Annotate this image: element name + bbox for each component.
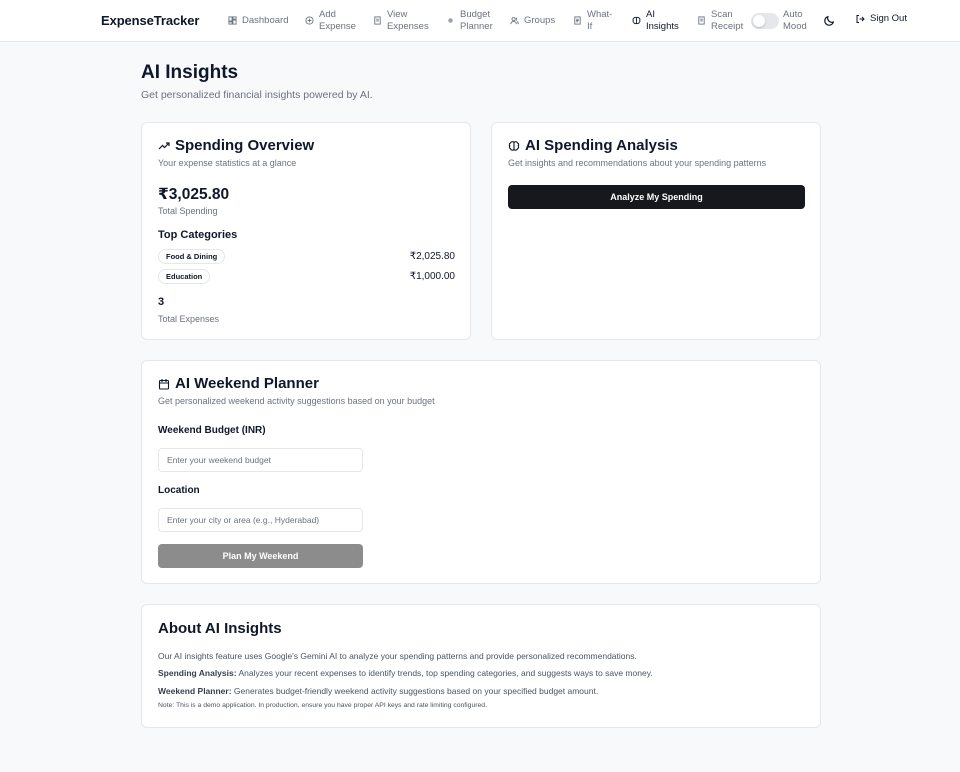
moon-icon[interactable] [823,14,836,27]
nav-item-view-expenses[interactable]: View Expenses [373,0,429,41]
about-title: About AI Insights [158,620,282,637]
card-title-text: AI Spending Analysis [525,137,678,154]
card-title: Spending Overview [158,137,314,154]
total-spending-amount: ₹3,025.80 [158,186,230,203]
about-term: Spending Analysis: [158,668,237,678]
total-spending-label: Total Spending [158,206,218,216]
location-input[interactable] [158,508,363,532]
analyze-my-spending-button[interactable]: Analyze My Spending [508,185,805,209]
nav-item-label: Groups [524,14,556,26]
category-row: Education ₹1,000.00 [158,268,455,284]
card-title-text: AI Weekend Planner [175,375,319,392]
about-intro: Our AI insights feature uses Google's Ge… [158,651,637,661]
brain-icon [508,140,520,152]
users-icon [510,16,519,25]
nav-item-label: What-If [587,9,613,32]
plus-circle-icon [305,16,314,25]
plan-my-weekend-button[interactable]: Plan My Weekend [158,544,363,568]
page-subtitle: Get personalized financial insights powe… [141,89,373,101]
total-expenses-count: 3 [158,296,165,308]
top-navbar: ExpenseTracker Dashboard Add Expense Vie… [0,0,960,42]
nav-item-label: AI Insights [646,9,679,32]
scan-icon [697,16,706,25]
ai-weekend-planner-card: AI Weekend Planner Get personalized week… [141,360,821,584]
nav-item-label: Budget Planner [460,9,493,32]
about-text: Generates budget-friendly weekend activi… [231,686,599,696]
weekend-budget-input[interactable] [158,448,363,472]
category-amount: ₹2,025.80 [409,250,455,262]
brain-icon [632,16,641,25]
nav-item-label: View Expenses [387,9,429,32]
about-ai-insights-card: About AI Insights Our AI insights featur… [141,604,821,728]
nav-item-scan-receipt[interactable]: Scan Receipt [697,0,747,41]
nav-item-groups[interactable]: Groups [510,0,555,41]
receipt-icon [373,16,382,25]
card-description: Get personalized weekend activity sugges… [158,396,435,406]
nav-item-label: Add Expense [319,9,356,32]
category-row: Food & Dining ₹2,025.80 [158,248,455,264]
nav-item-add-expense[interactable]: Add Expense [305,0,357,41]
card-title-text: Spending Overview [175,137,315,154]
about-note: Note: This is a demo application. In pro… [158,702,487,709]
ai-spending-analysis-card: AI Spending Analysis Get insights and re… [491,122,821,340]
sign-out-label: Sign Out [870,13,907,24]
about-text: Analyzes your recent expenses to identif… [236,668,653,678]
sign-out-icon [855,14,865,24]
card-title: AI Weekend Planner [158,375,319,392]
total-expenses-label: Total Expenses [158,314,220,324]
nav-item-label: Dashboard [242,14,289,26]
nav-item-dashboard[interactable]: Dashboard [228,0,288,41]
page-title: AI Insights [141,62,239,83]
nav-item-label: Scan Receipt [711,9,744,32]
category-amount: ₹1,000.00 [409,270,455,282]
app-brand[interactable]: ExpenseTracker [101,13,199,28]
sign-out-button[interactable]: Sign Out [855,13,907,24]
auto-mood-label: Auto Mood [783,9,807,32]
weekend-budget-label: Weekend Budget (INR) [158,425,266,436]
circle-dot-icon [446,16,455,25]
about-spending-analysis: Spending Analysis: Analyzes your recent … [158,668,653,678]
document-icon [573,16,582,25]
about-term: Weekend Planner: [158,686,232,696]
calendar-icon [158,378,170,390]
location-label: Location [158,485,200,496]
nav-item-budget-planner[interactable]: Budget Planner [446,0,493,41]
trending-up-icon [158,140,170,152]
nav-item-what-if[interactable]: What-If [573,0,617,41]
card-description: Get insights and recommendations about y… [508,158,767,168]
category-badge: Education [158,268,211,284]
spending-overview-card: Spending Overview Your expense statistic… [141,122,471,340]
top-categories-title: Top Categories [158,229,238,241]
auto-mood-toggle[interactable] [751,13,779,29]
card-description: Your expense statistics at a glance [158,158,297,168]
category-badge: Food & Dining [158,248,226,264]
nav-item-ai-insights[interactable]: AI Insights [632,0,682,41]
toggle-knob [753,15,765,27]
card-title: AI Spending Analysis [508,137,678,154]
about-weekend-planner: Weekend Planner: Generates budget-friend… [158,686,598,696]
dashboard-icon [228,16,237,25]
